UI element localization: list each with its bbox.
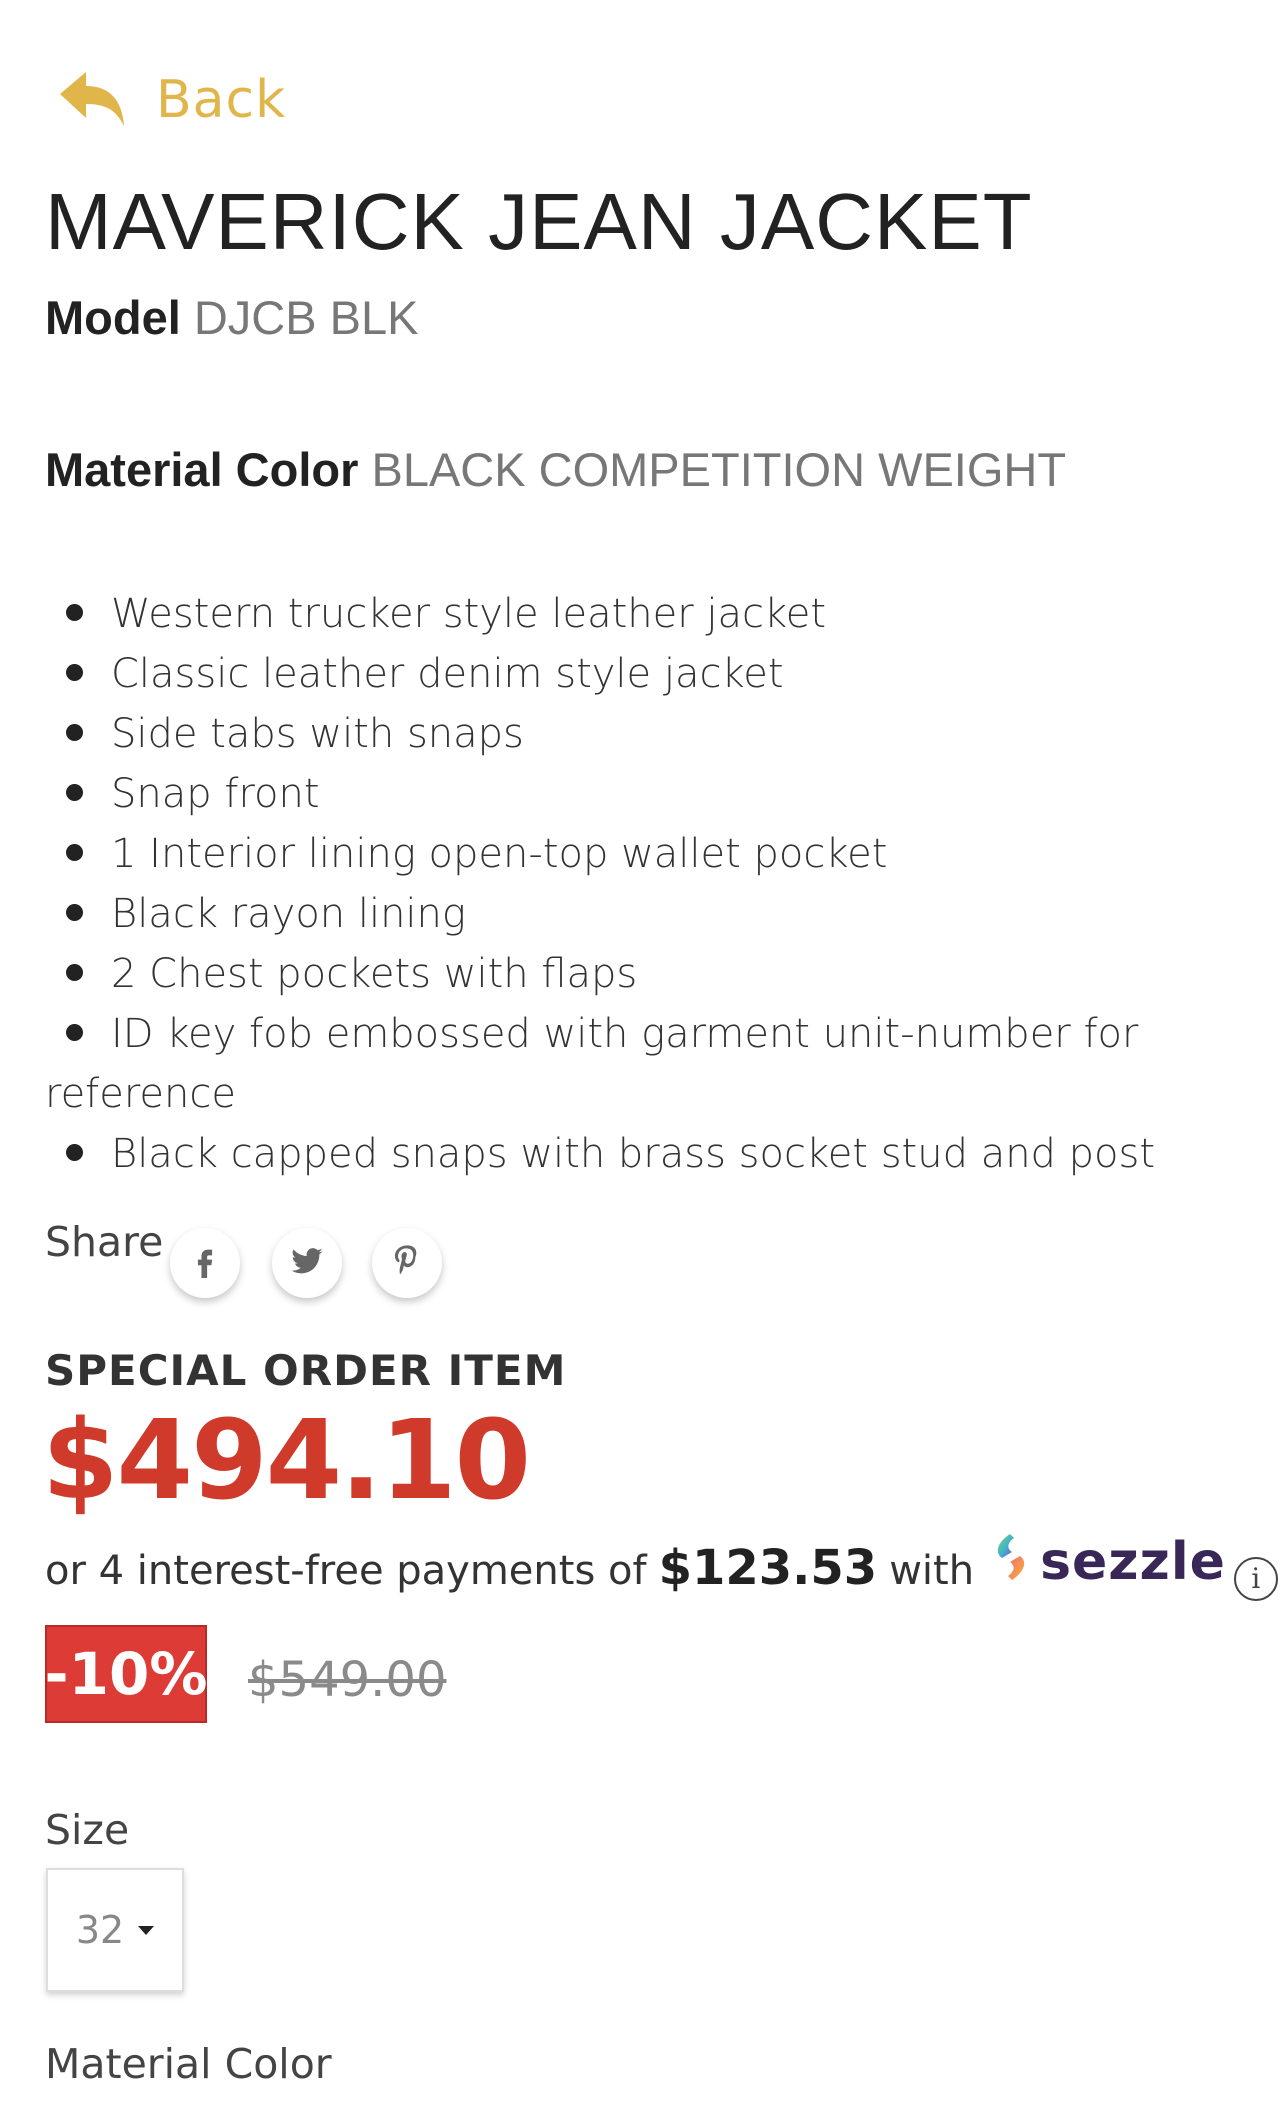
- sezzle-wordmark: sezzle: [1040, 1532, 1226, 1592]
- feature-item: Black capped snaps with brass socket stu…: [45, 1124, 1175, 1184]
- feature-item: ID key fob embossed with garment unit-nu…: [45, 1004, 1175, 1124]
- discount-badge: -10%: [45, 1625, 207, 1723]
- product-title: MAVERICK JEAN JACKET: [45, 177, 1033, 266]
- facebook-share-button[interactable]: [170, 1228, 240, 1298]
- back-button[interactable]: Back: [56, 68, 286, 132]
- sale-price: $494.10: [42, 1396, 531, 1524]
- feature-item: Snap front: [45, 764, 1175, 824]
- feature-item: Western trucker style leather jacket: [45, 584, 1175, 644]
- size-label: Size: [45, 1806, 130, 1854]
- caret-down-icon: [138, 1925, 155, 1935]
- material-color-option-label: Material Color: [45, 2040, 332, 2088]
- installments-prefix: or 4 interest-free payments of: [45, 1548, 647, 1594]
- installments-line: or 4 interest-free payments of $123.53 w…: [45, 1530, 1278, 1601]
- feature-list: Western trucker style leather jacket Cla…: [45, 584, 1175, 1184]
- model-line: Model DJCB BLK: [45, 290, 418, 345]
- reply-arrow-icon: [56, 68, 128, 132]
- info-icon[interactable]: i: [1233, 1556, 1278, 1601]
- sezzle-logo[interactable]: sezzle: [988, 1530, 1226, 1594]
- material-color-label: Material Color: [45, 443, 359, 496]
- facebook-icon: [188, 1244, 222, 1282]
- back-label: Back: [156, 70, 287, 130]
- share-label: Share: [45, 1218, 164, 1266]
- twitter-share-button[interactable]: [272, 1228, 342, 1298]
- pinterest-share-button[interactable]: [372, 1228, 442, 1298]
- material-color-value: BLACK COMPETITION WEIGHT: [371, 443, 1067, 496]
- feature-item: Classic leather denim style jacket: [45, 644, 1175, 704]
- feature-item: Side tabs with snaps: [45, 704, 1175, 764]
- installments-with: with: [889, 1548, 975, 1594]
- installment-amount: $123.53: [658, 1540, 878, 1596]
- size-value: 32: [75, 1908, 125, 1952]
- size-select[interactable]: 32: [46, 1868, 184, 1992]
- feature-item: Black rayon lining: [45, 884, 1175, 944]
- feature-item: 2 Chest pockets with flaps: [45, 944, 1175, 1004]
- model-value: DJCB BLK: [193, 291, 419, 344]
- feature-item: 1 Interior lining open-top wallet pocket: [45, 824, 1175, 884]
- material-color-line: Material Color BLACK COMPETITION WEIGHT: [45, 442, 1066, 497]
- special-order-label: SPECIAL ORDER ITEM: [45, 1346, 567, 1395]
- model-label: Model: [45, 291, 181, 344]
- pinterest-icon: [390, 1244, 424, 1282]
- twitter-icon: [290, 1244, 324, 1282]
- original-price: $549.00: [248, 1652, 447, 1708]
- sezzle-mark-icon: [988, 1530, 1034, 1594]
